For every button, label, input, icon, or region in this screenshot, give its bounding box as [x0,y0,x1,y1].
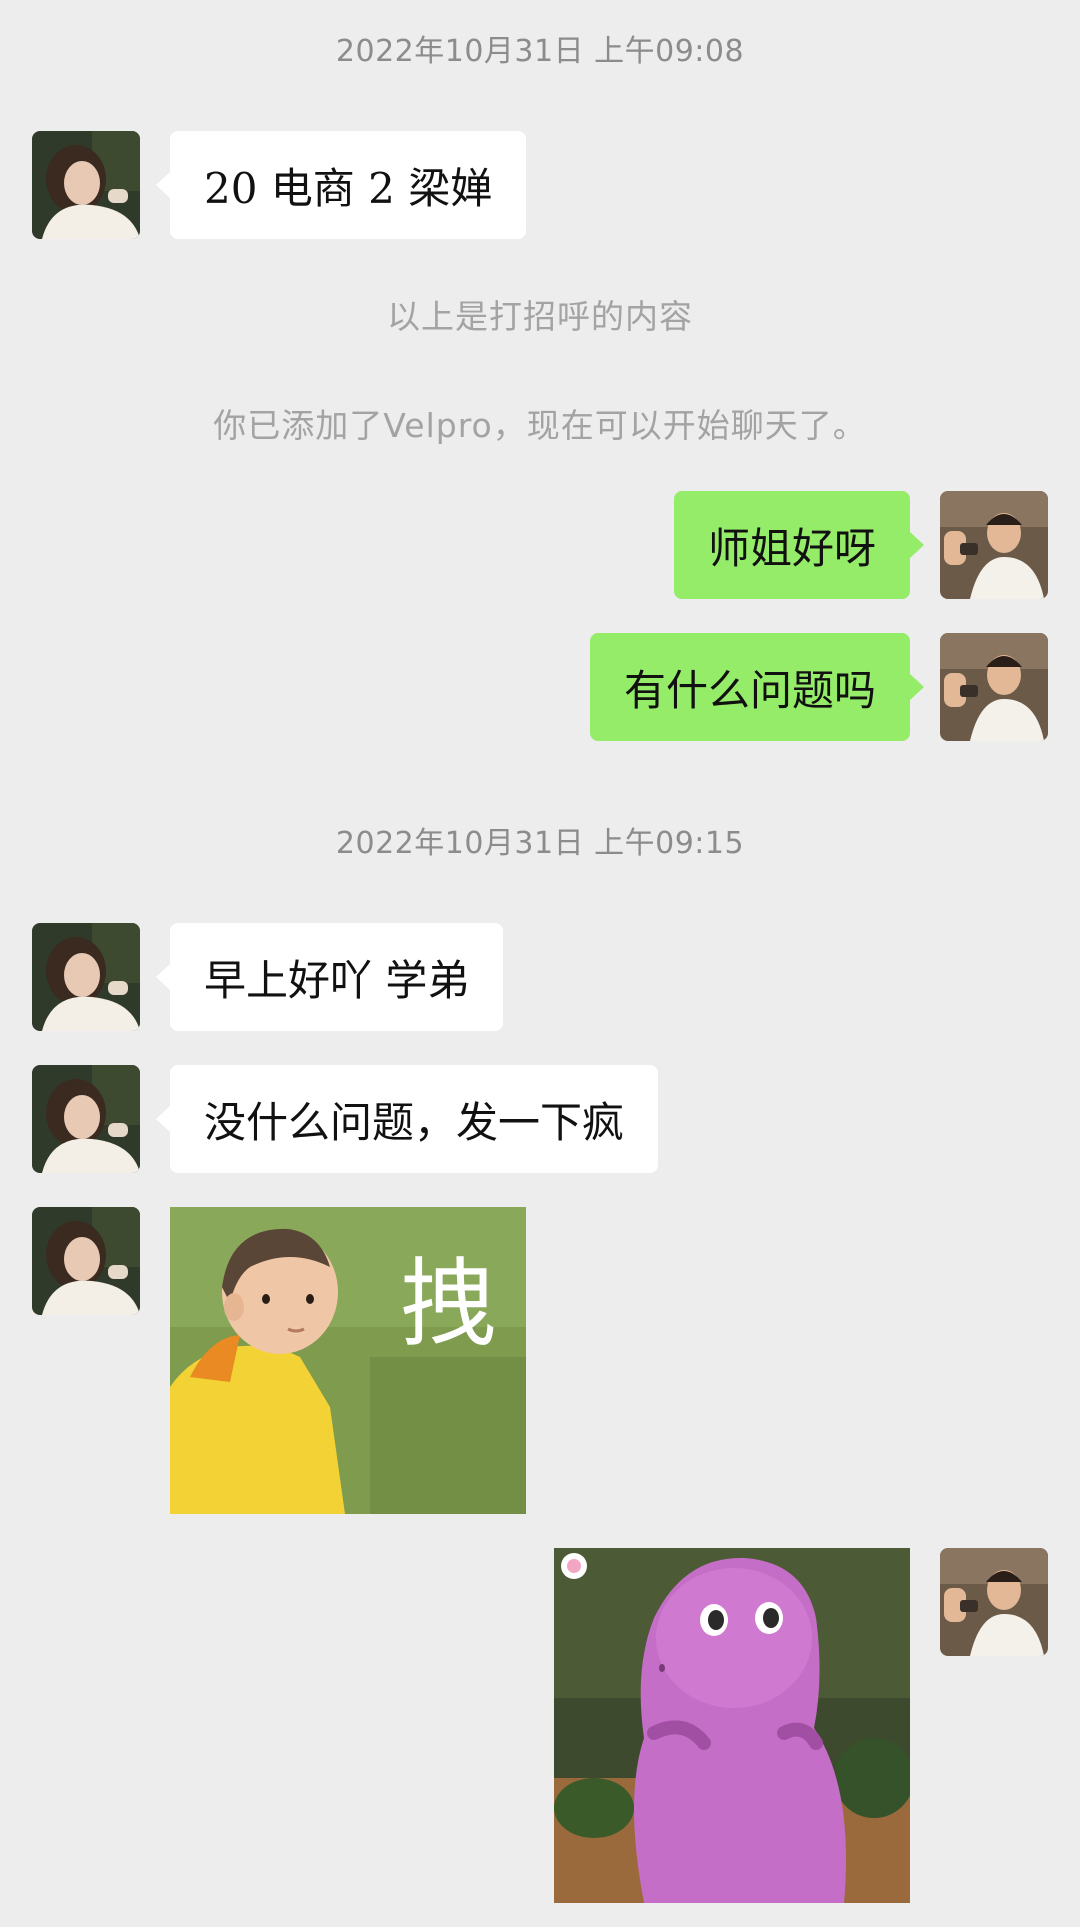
my-avatar[interactable] [940,491,1048,599]
message-text: 没什么问题，发一下疯 [204,1097,625,1147]
boy-avatar-icon [940,1548,1048,1656]
contact-avatar[interactable] [32,131,140,239]
message-text: 有什么问题吗 [623,665,876,715]
message-bubble[interactable]: 20 电商 2 梁婵 [170,131,527,239]
boy-avatar-icon [940,491,1048,599]
girl-avatar-icon [32,131,140,239]
system-message: 你已添加了Velpro，现在可以开始聊天了。 [213,406,867,445]
contact-avatar[interactable] [32,1207,140,1315]
contact-avatar[interactable] [32,923,140,1031]
bubble-tail [156,1106,170,1132]
message-text: 早上好吖 学弟 [204,955,470,1005]
contact-avatar[interactable] [32,1065,140,1173]
girl-avatar-icon [32,923,140,1031]
message-text: 师姐好呀 [707,523,876,573]
bubble-tail [910,532,924,558]
system-message: 以上是打招呼的内容 [387,297,693,336]
sticker-message[interactable] [554,1548,910,1903]
my-avatar[interactable] [940,633,1048,741]
boy-avatar-icon [940,633,1048,741]
baby-sticker-icon: 拽 [170,1207,526,1514]
bubble-tail [156,964,170,990]
my-avatar[interactable] [940,1548,1048,1656]
message-bubble[interactable]: 师姐好呀 [673,491,910,599]
chat-timestamp: 2022年10月31日 上午09:15 [335,826,745,861]
message-bubble[interactable]: 有什么问题吗 [589,633,910,741]
girl-avatar-icon [32,1065,140,1173]
sticker-message[interactable]: 拽 [170,1207,526,1514]
message-bubble[interactable]: 早上好吖 学弟 [170,923,504,1031]
girl-avatar-icon [32,1207,140,1315]
chat-timestamp: 2022年10月31日 上午09:08 [335,34,745,69]
message-bubble[interactable]: 没什么问题，发一下疯 [170,1065,659,1173]
bubble-tail [910,674,924,700]
bubble-tail [156,172,170,198]
message-text: 20 电商 2 梁婵 [204,163,493,213]
dinosaur-sticker-icon [554,1548,910,1903]
sticker-caption: 拽 [400,1248,496,1360]
